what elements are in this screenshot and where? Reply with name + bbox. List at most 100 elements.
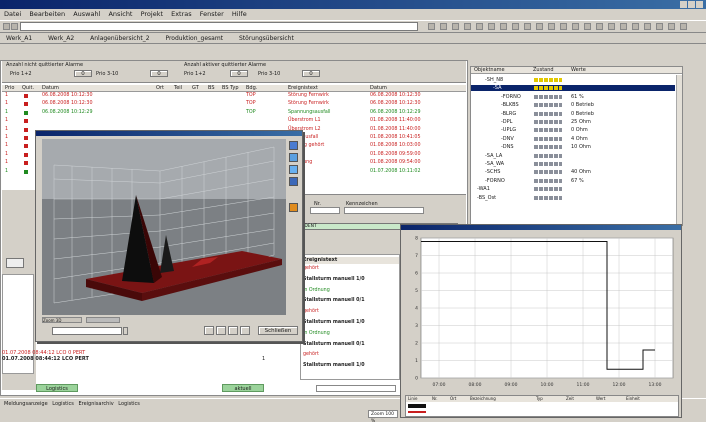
ack-check-icon[interactable] <box>24 102 28 107</box>
event-row[interactable]: Stallsturm manuell 1/0 <box>303 363 365 369</box>
event-row[interactable]: Stallsturm manuell 0/1 <box>303 298 365 304</box>
bottom-row-2[interactable]: 01.07.2008 08:44:12 LCO PERT <box>2 356 302 362</box>
event-row[interactable]: Stallsturm manuell 0/1 <box>303 342 365 348</box>
tree-scrollbar[interactable] <box>676 75 682 225</box>
event-row[interactable]: gehört <box>303 309 319 315</box>
tab-produktion[interactable]: Produktion_gesamt <box>165 35 223 42</box>
tree-row[interactable]: -SH_N8 <box>471 77 675 83</box>
toolbar-icon-3[interactable] <box>452 23 459 30</box>
menu-file[interactable]: Datei <box>4 10 21 18</box>
alarm-row[interactable]: 1 Überstrom L1 01.08.2008 11:40:00 <box>2 118 466 124</box>
toolbar-icon-11[interactable] <box>548 23 555 30</box>
tree-row[interactable]: -BLKBS 0 Betrieb <box>471 102 675 108</box>
zoom-3d-slider[interactable]: Zoom 3D <box>42 317 82 323</box>
toolbar-icon-21[interactable] <box>668 23 675 30</box>
tab-anlagen[interactable]: Anlagenübersicht_2 <box>90 35 149 42</box>
toolbar-icon-10[interactable] <box>536 23 543 30</box>
trend-legend-col[interactable]: Ort <box>450 396 456 402</box>
ack-check-icon[interactable] <box>24 127 28 132</box>
col-quit[interactable]: Quit. <box>22 85 34 92</box>
aktuell-button[interactable]: aktuell <box>222 384 264 392</box>
zoom-field[interactable]: Zoom 100 % <box>368 410 398 424</box>
plot-3d-spinner[interactable] <box>123 327 128 335</box>
col-event[interactable]: Ereignistext <box>288 85 318 92</box>
event-row[interactable]: Stallsturm manuell 1/0 <box>303 277 365 283</box>
col-gt[interactable]: GT <box>192 85 199 92</box>
col-prio[interactable]: Prio <box>5 85 14 92</box>
col-date[interactable]: Datum <box>42 85 59 92</box>
tab-stoerung[interactable]: Störungsübersicht <box>239 35 294 42</box>
ack-check-icon[interactable] <box>24 169 28 174</box>
tree-col-state[interactable]: Zustand <box>533 67 554 74</box>
print-icon[interactable] <box>289 203 298 212</box>
prev-frame-button[interactable] <box>216 326 226 335</box>
trend-legend-col[interactable]: Wert <box>596 396 605 402</box>
trend-legend-col[interactable]: Typ <box>536 396 543 402</box>
toolbar-icon-12[interactable] <box>560 23 567 30</box>
toolbar-icon-15[interactable] <box>596 23 603 30</box>
tree-row[interactable]: -DNV 4 Ohm <box>471 136 675 142</box>
toolbar-icon-16[interactable] <box>608 23 615 30</box>
toolbar-icon-17[interactable] <box>620 23 627 30</box>
first-frame-button[interactable] <box>204 326 214 335</box>
tree-row[interactable]: -SA_LA <box>471 153 675 159</box>
close-button[interactable] <box>696 1 703 8</box>
tree-col-value[interactable]: Werte <box>571 67 586 74</box>
toolbar-icon-19[interactable] <box>644 23 651 30</box>
menu-view[interactable]: Ansicht <box>108 10 132 18</box>
tree-row[interactable]: -FORNO 61 % <box>471 94 675 100</box>
col-bdg[interactable]: Bdg. <box>246 85 257 92</box>
ack-check-icon[interactable] <box>24 144 28 149</box>
menu-extras[interactable]: Extras <box>171 10 192 18</box>
plot-3d-input[interactable] <box>52 327 122 335</box>
ack-check-icon[interactable] <box>24 161 28 166</box>
toolbar-icon-2[interactable] <box>440 23 447 30</box>
tree-row[interactable]: -UPLG 0 Ohm <box>471 127 675 133</box>
rotate-icon[interactable] <box>289 141 298 150</box>
close-3d-button[interactable]: Schließen <box>258 326 298 335</box>
tree-row[interactable]: -DNS 10 Ohm <box>471 144 675 150</box>
detail-nr-field[interactable] <box>310 207 340 214</box>
last-frame-button[interactable] <box>240 326 250 335</box>
trend-legend-col[interactable]: Einheit <box>626 396 640 402</box>
alarm-row[interactable]: 1 06.08.2008 10:12:29 TOP Spannungsausfall 0… <box>2 110 466 116</box>
menu-project[interactable]: Projekt <box>141 10 163 18</box>
menu-selection[interactable]: Auswahl <box>73 10 100 18</box>
zoom-icon[interactable] <box>289 153 298 162</box>
menu-edit[interactable]: Bearbeiten <box>29 10 65 18</box>
trend-legend-col[interactable]: Nr. <box>432 396 438 402</box>
detail-kennz-field[interactable] <box>344 207 424 214</box>
toolbar-icon-18[interactable] <box>632 23 639 30</box>
toolbar-icon-new[interactable] <box>3 23 10 30</box>
toolbar-icon-22[interactable] <box>680 23 687 30</box>
tree-col-name[interactable]: Objektname <box>474 67 505 74</box>
tab-werk-a1[interactable]: Werk_A1 <box>6 35 32 42</box>
toolbar-icon-20[interactable] <box>656 23 663 30</box>
tree-row[interactable]: -SA_WA <box>471 161 675 167</box>
trend-legend-col[interactable]: Bezeichnung <box>470 396 496 402</box>
tree-row[interactable]: -BLRG 0 Betrieb <box>471 111 675 117</box>
col-teil[interactable]: Teil <box>174 85 182 92</box>
event-row[interactable]: gehört <box>303 352 319 358</box>
alarm-row[interactable]: 1 06.08.2008 10:12:30 TOP Störung Fernwirk 0… <box>2 101 466 107</box>
toolbar-icon-open[interactable] <box>11 23 18 30</box>
col-date-2[interactable]: Datum <box>370 85 387 92</box>
pan-icon[interactable] <box>289 165 298 174</box>
plot-3d-slider-2[interactable] <box>86 317 120 323</box>
alarm-row[interactable]: 1 06.08.2008 10:12:30 TOP Störung Fernwirk 0… <box>2 93 466 99</box>
event-row[interactable]: Stallsturm manuell 1/0 <box>303 320 365 326</box>
tree-row[interactable]: -DPL 25 Ohm <box>471 119 675 125</box>
tree-row[interactable]: -BS_Ost <box>471 195 675 201</box>
col-bs-type[interactable]: BS Typ <box>222 85 239 92</box>
event-row[interactable]: gehört <box>303 266 319 272</box>
ack-check-icon[interactable] <box>24 119 28 124</box>
trend-chart[interactable]: 8 7 6 5 4 3 2 1 0 07:00 08:00 09:00 10:00 11:00 12:00 1… <box>405 232 679 392</box>
trend-legend-col[interactable]: Linie <box>408 396 417 402</box>
col-ort[interactable]: Ort <box>156 85 164 92</box>
strip-tab-top[interactable] <box>6 258 24 268</box>
toolbar-icon-13[interactable] <box>572 23 579 30</box>
ack-check-icon[interactable] <box>24 136 28 140</box>
toolbar-icon-7[interactable] <box>500 23 507 30</box>
trend-legend-col[interactable]: Zeit <box>566 396 574 402</box>
event-row[interactable]: in Ordnung <box>303 331 330 337</box>
